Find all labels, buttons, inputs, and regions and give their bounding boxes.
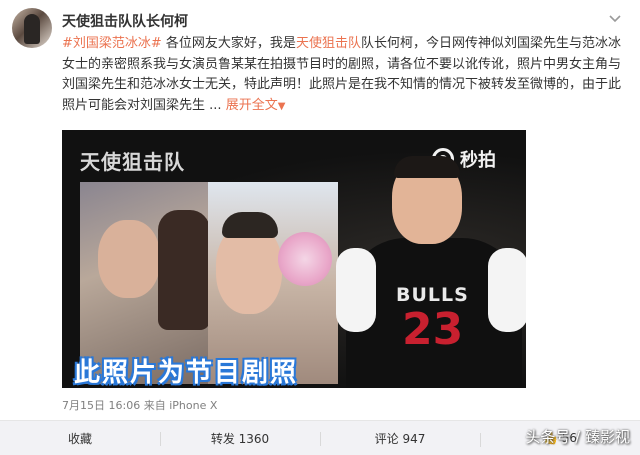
source-device: iPhone X (169, 399, 218, 412)
chevron-down-icon[interactable]: ▼ (278, 101, 286, 112)
site-watermark: 头条号 / 臻影视 (525, 428, 630, 446)
post-text-part: 各位网友大家好，我是 (161, 36, 296, 51)
ellipsis: ... (205, 97, 222, 113)
sleeve (488, 248, 526, 332)
timestamp[interactable]: 7月15日 16:06 (62, 399, 140, 412)
hair (158, 210, 210, 330)
hair (222, 212, 278, 238)
favorite-button[interactable]: 收藏 (0, 430, 160, 447)
comment-button[interactable]: 评论 947 (320, 430, 480, 447)
hair (394, 156, 460, 178)
source-prefix: 来自 (143, 399, 166, 412)
show-logo: 天使狙击队 (80, 150, 185, 174)
post-author[interactable]: 天使狙击队队长何柯 (62, 11, 188, 31)
avatar[interactable] (12, 8, 52, 48)
sleeve (336, 248, 376, 332)
jersey-number: 23 (402, 304, 464, 355)
chevron-down-icon[interactable] (608, 12, 622, 26)
expand-full-text-link[interactable]: 展开全文 (226, 98, 278, 113)
face-sticker (278, 232, 332, 286)
post-text: #刘国梁范冰冰# 各位网友大家好，我是天使狙击队队长何柯，今日网传神似刘国梁先生… (62, 34, 622, 117)
repost-button[interactable]: 转发 1360 (160, 430, 320, 447)
video-caption: 此照片为节目剧照 (74, 358, 299, 388)
hashtag-link[interactable]: #刘国梁范冰冰# (62, 36, 162, 51)
jersey-team: BULLS (396, 284, 469, 306)
host-figure: BULLS 23 (336, 156, 526, 388)
post-meta: 7月15日 16:06 来自 iPhone X (62, 397, 217, 413)
video-player[interactable]: 天使狙击队 此照片为节目剧照 秒拍 BULLS 23 (62, 130, 526, 388)
mention-link[interactable]: 天使狙击队 (296, 36, 361, 51)
face (98, 220, 160, 298)
